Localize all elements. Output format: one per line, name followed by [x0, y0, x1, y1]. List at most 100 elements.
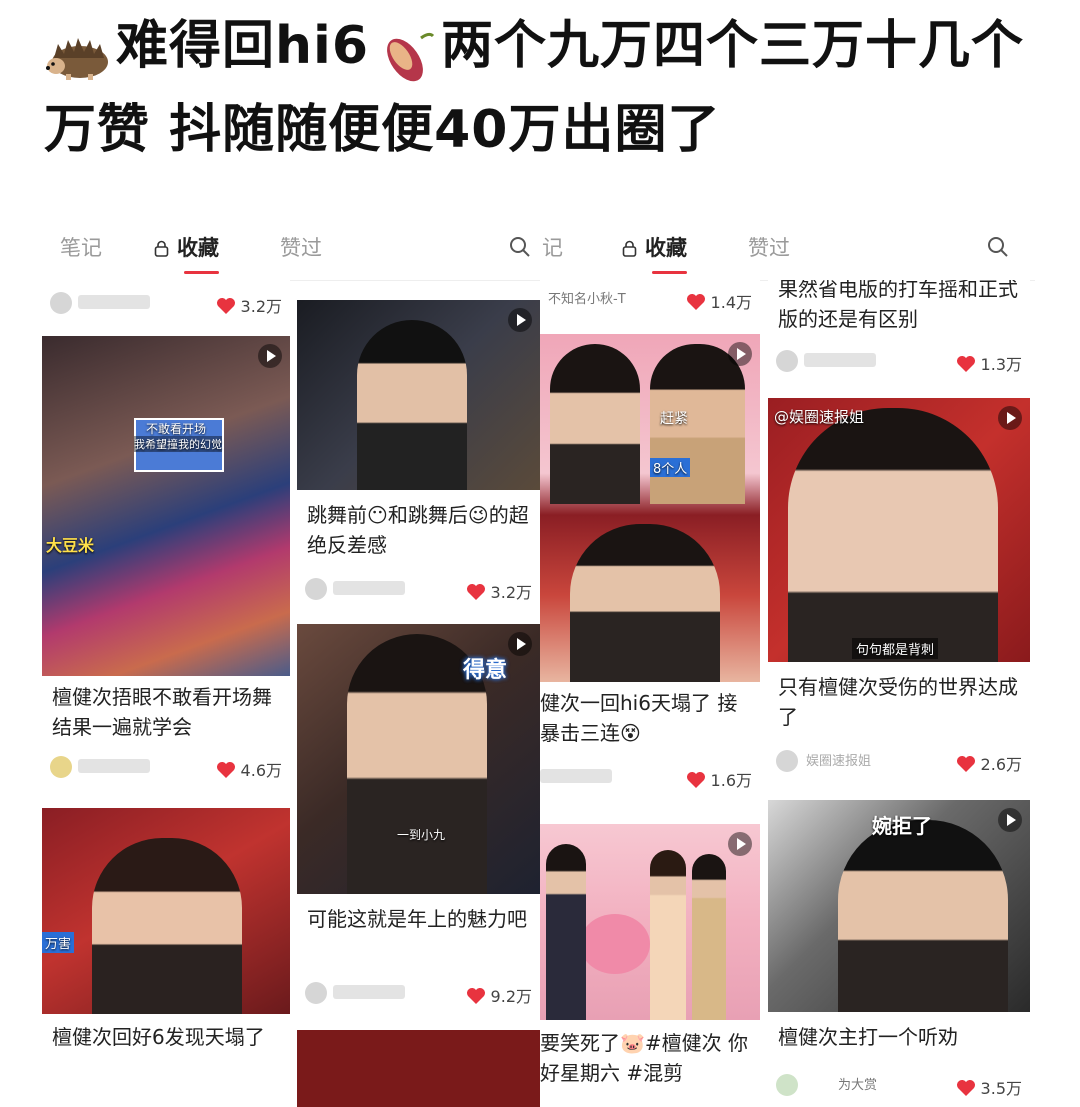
video-thumbnail[interactable]: 万害 — [42, 808, 290, 1014]
like-count[interactable]: 1.4万 — [686, 289, 752, 313]
avatar[interactable] — [50, 756, 72, 778]
author-name[interactable]: 娱圈速报姐 — [806, 750, 871, 769]
tab-liked[interactable]: 赞过 — [748, 232, 790, 262]
tab-collections[interactable]: 收藏 — [154, 232, 219, 274]
lock-icon — [154, 240, 169, 257]
note-card[interactable]: 万害 檀健次回好6发现天塌了 — [42, 808, 290, 1107]
show-logo-overlay: 大豆米 — [46, 536, 95, 555]
subtitle-overlay: 8个人 — [650, 458, 691, 477]
video-thumbnail[interactable]: 婉拒了 — [768, 800, 1030, 1012]
note-card[interactable]: @娱圈速报姐 句句都是背刺 只有檀健次受伤的世界达成了 娱圈速报姐 2.6万 — [768, 398, 1030, 782]
video-thumbnail[interactable] — [540, 824, 760, 1020]
card-meta: 为大赏 3.5万 — [776, 1072, 1022, 1100]
note-card[interactable] — [297, 1030, 540, 1107]
search-icon[interactable] — [986, 235, 1010, 259]
video-thumbnail[interactable]: 不敢看开场 我希望撞我的幻觉 大豆米 — [42, 336, 290, 676]
person-figure — [357, 320, 467, 490]
avatar[interactable] — [776, 1074, 798, 1096]
subtitle-overlay: 万害 — [42, 932, 75, 953]
subtitle-overlay: 一到小九 — [397, 828, 446, 842]
tab-notes[interactable]: 笔记 — [60, 232, 102, 262]
card-meta: 娱圈速报姐 2.6万 — [776, 748, 1022, 776]
author-name-blurred — [804, 353, 876, 367]
author-name-blurred — [540, 769, 612, 783]
like-count[interactable]: 9.2万 — [466, 983, 532, 1007]
heart-icon[interactable] — [956, 355, 976, 373]
tab-notes[interactable]: 记 — [542, 232, 563, 262]
card-meta: 9.2万 — [305, 980, 532, 1008]
card-caption: 健次一回hi6天塌了 接暴击三连😵 — [540, 691, 738, 745]
play-icon — [508, 632, 532, 656]
sweet-potato-icon — [369, 23, 437, 82]
person-figure — [838, 820, 1008, 1012]
note-card[interactable]: 3.2万 — [42, 280, 290, 330]
video-thumbnail[interactable]: 赶紧 8个人 — [540, 334, 760, 682]
heart-icon[interactable] — [686, 771, 706, 789]
person-figure — [546, 844, 586, 1020]
avatar[interactable] — [305, 982, 327, 1004]
heart-icon[interactable] — [956, 755, 976, 773]
like-count[interactable]: 2.6万 — [956, 751, 1022, 775]
left-screenshot: 笔记 收藏 赞过 3.2万 不敢看开场 我希望撞我的幻觉 大豆米 檀健次捂眼不敢… — [42, 222, 540, 1107]
right-screenshot: 记 收藏 赞过 不知名小秋-T 1.4万 赶紧 8个人 健次一回hi6天塌了 接… — [540, 222, 1035, 1107]
like-count[interactable]: 3.5万 — [956, 1075, 1022, 1099]
tab-collections[interactable]: 收藏 — [622, 232, 687, 274]
card-meta: 不知名小秋-T 1.4万 — [544, 286, 752, 314]
heart-icon[interactable] — [956, 1079, 976, 1097]
avatar[interactable] — [305, 578, 327, 600]
video-thumbnail[interactable]: 得意 一到小九 — [297, 624, 540, 894]
avatar[interactable] — [50, 292, 72, 314]
search-icon[interactable] — [508, 235, 532, 259]
like-count[interactable]: 3.2万 — [216, 293, 282, 317]
play-icon — [998, 406, 1022, 430]
subtitle-overlay: 赶紧 — [660, 411, 688, 427]
like-count[interactable]: 4.6万 — [216, 757, 282, 781]
headline-part-1: 难得回hi6 — [116, 16, 370, 76]
subtitle-overlay: 不敢看开场 — [146, 422, 207, 436]
note-card[interactable]: 得意 一到小九 可能这就是年上的魅力吧 9.2万 — [297, 624, 540, 1016]
note-card[interactable]: 要笑死了🐷#檀健次 你好星期六 #混剪 — [540, 824, 760, 1107]
author-name-blurred — [333, 985, 405, 999]
card-caption: 只有檀健次受伤的世界达成了 — [778, 675, 1018, 729]
play-icon — [998, 808, 1022, 832]
note-card[interactable]: 不敢看开场 我希望撞我的幻觉 大豆米 檀健次捂眼不敢看开场舞 结果一遍就学会 4… — [42, 336, 290, 790]
note-card[interactable]: 跳舞前😶和跳舞后😉的超绝反差感 3.2万 — [297, 300, 540, 620]
hedgehog-icon — [44, 23, 112, 80]
video-thumbnail[interactable] — [297, 300, 540, 490]
avatar[interactable] — [776, 750, 798, 772]
video-thumbnail[interactable]: @娱圈速报姐 句句都是背刺 — [768, 398, 1030, 662]
card-meta: 4.6万 — [50, 754, 282, 782]
video-thumbnail[interactable] — [297, 1030, 540, 1107]
post-headline: 难得回hi6 两个九万四个三万十几个万赞 抖随随便便40万出圈了 — [44, 4, 1044, 172]
author-name-blurred — [78, 295, 150, 309]
person-figure — [650, 850, 686, 1020]
heart-icon[interactable] — [686, 293, 706, 311]
card-caption: 可能这就是年上的魅力吧 — [307, 907, 527, 931]
subtitle-overlay: 我希望撞我的幻觉 — [134, 436, 222, 452]
heart-icon[interactable] — [216, 297, 236, 315]
tab-bar: 笔记 收藏 赞过 — [42, 222, 540, 281]
person-figure — [92, 838, 242, 1014]
author-name-blurred — [78, 759, 150, 773]
avatar[interactable] — [776, 350, 798, 372]
heart-icon[interactable] — [466, 583, 486, 601]
heart-icon[interactable] — [216, 761, 236, 779]
author-name[interactable]: 不知名小秋-T — [548, 288, 626, 307]
like-count[interactable]: 1.3万 — [956, 351, 1022, 375]
like-count[interactable]: 3.2万 — [466, 579, 532, 603]
subtitle-overlay: 句句都是背刺 — [852, 638, 939, 659]
author-name[interactable]: 为大赏 — [838, 1074, 877, 1093]
heart-icon[interactable] — [466, 987, 486, 1005]
tab-liked[interactable]: 赞过 — [280, 232, 322, 262]
balloon-prop — [580, 914, 650, 974]
subtitle-overlay: @娱圈速报姐 — [774, 408, 865, 426]
note-card[interactable]: 婉拒了 檀健次主打一个听劝 为大赏 3.5万 — [768, 800, 1030, 1107]
like-count[interactable]: 1.6万 — [686, 767, 752, 791]
card-caption: 檀健次主打一个听劝 — [778, 1025, 958, 1049]
note-card[interactable]: 果然省电版的打车摇和正式版的还是有区别 1.3万 — [768, 280, 1030, 386]
card-meta: 1.3万 — [776, 348, 1022, 376]
note-card[interactable]: 赶紧 8个人 健次一回hi6天塌了 接暴击三连😵 1.6万 — [540, 334, 760, 816]
card-caption: 檀健次回好6发现天塌了 — [52, 1025, 265, 1049]
note-card[interactable]: 不知名小秋-T 1.4万 — [540, 280, 760, 322]
person-figure — [692, 854, 726, 1020]
